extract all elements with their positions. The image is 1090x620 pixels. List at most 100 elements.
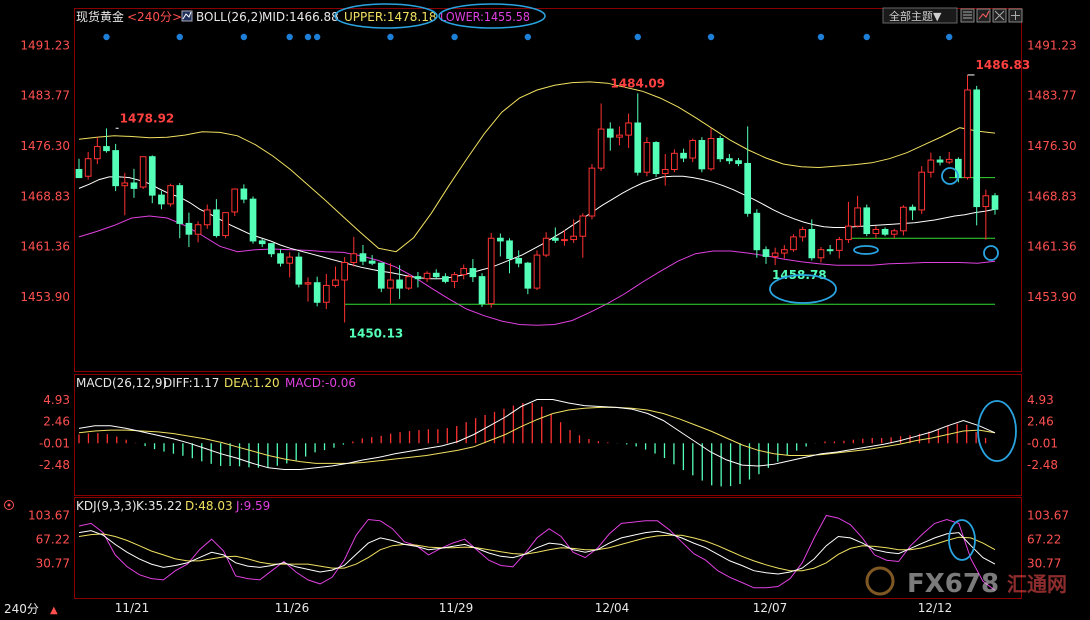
candle (295, 252, 303, 288)
candle (652, 141, 660, 177)
event-marker-dot[interactable] (176, 33, 183, 41)
price-axis-right: 1491.23 1483.77 1476.30 1468.83 1461.36 1453.… (1027, 38, 1077, 304)
candle-body-down (313, 282, 321, 303)
layout-icon[interactable] (992, 8, 1007, 23)
grid-icon[interactable] (960, 8, 975, 23)
event-marker-dot[interactable] (304, 33, 312, 41)
candle-body-down (112, 150, 119, 187)
event-marker-dot[interactable] (634, 33, 641, 41)
price-annotation: 1484.09 (610, 76, 665, 90)
candle-body-down (176, 185, 184, 224)
candle-body-up (945, 158, 953, 163)
candle-body-up (872, 228, 880, 235)
watermark: FX678 汇通网 (865, 566, 1067, 599)
candle-body-down (497, 237, 504, 242)
kdj-lines (78, 514, 996, 591)
macd-header: MACD(26,12,9) DIFF:1.17 DEA:1.20 MACD:-0… (76, 376, 356, 390)
candle-body-down (515, 257, 523, 264)
candle-body-down (863, 207, 871, 235)
chart-type-icon[interactable] (976, 8, 991, 23)
candle-body-down (469, 268, 477, 278)
candle (927, 152, 935, 178)
event-marker-dot[interactable] (313, 33, 321, 41)
candle (936, 156, 944, 166)
candle (103, 128, 110, 153)
event-marker-dot[interactable] (817, 33, 825, 41)
candle-body-up (533, 254, 541, 289)
x-axis-label: 11/26 (275, 601, 310, 615)
pullback-highlight-circle (983, 245, 999, 261)
event-marker-dot[interactable] (286, 33, 293, 41)
candle-body-up (304, 282, 312, 285)
kdj-settings-icon[interactable] (4, 500, 14, 510)
candle (643, 137, 651, 177)
candle (130, 168, 138, 198)
candle-body-down (735, 160, 742, 164)
add-panel-icon[interactable] (1008, 8, 1023, 23)
candle (707, 128, 715, 171)
period-label: <240分> (127, 10, 182, 24)
candle-body-down (295, 256, 303, 285)
kdj-axis-right: 103.67 67.22 30.77 (1027, 509, 1069, 571)
candle (588, 164, 596, 220)
candle-body-up (982, 195, 990, 208)
candle (817, 247, 825, 263)
candle-body-up (194, 224, 202, 235)
candle-body-down (377, 262, 385, 289)
candle-body-down (826, 249, 834, 252)
event-marker-dot[interactable] (524, 33, 532, 41)
candle (167, 183, 174, 207)
macd-dea-line (78, 406, 996, 464)
price-tick-left: 1461.36 (20, 240, 70, 254)
candle-body-down (524, 262, 532, 289)
event-marker-dot[interactable] (451, 33, 458, 41)
bottom-bar: 240分 ▲ 11/21 11/26 11/29 12/04 12/07 12/12 (0, 600, 1090, 616)
candle (762, 246, 770, 264)
event-marker-dot[interactable] (103, 33, 110, 41)
macd-tick-left: -0.01 (39, 436, 70, 450)
candle (845, 201, 852, 243)
kdj-tick-left: 30.77 (36, 557, 70, 571)
event-marker-dot[interactable] (863, 33, 870, 41)
symbol-name[interactable]: 现货黄金 (76, 9, 124, 24)
candle-body-up (332, 279, 339, 286)
candle-body-up (322, 284, 330, 303)
candle-body-up (487, 237, 495, 305)
x-axis-label: 12/12 (918, 601, 953, 615)
candle-body-up (542, 237, 550, 256)
watermark-text: FX678 (907, 569, 999, 599)
candle (515, 250, 523, 268)
macd-tick-right: -2.48 (1027, 458, 1058, 472)
candle (139, 156, 147, 190)
candle-body-up (890, 230, 898, 235)
candle (542, 232, 550, 258)
candle (148, 155, 156, 204)
candle-body-down (606, 128, 614, 138)
candle (176, 182, 184, 239)
period-button[interactable]: 240分 ▲ (4, 602, 58, 616)
event-marker-dot[interactable] (707, 33, 715, 41)
candles (75, 75, 999, 323)
candle-body-down (936, 159, 944, 163)
price-annotation: 1450.13 (349, 326, 404, 340)
event-marker-dot[interactable] (387, 33, 394, 41)
period-button-label: 240分 (4, 602, 39, 616)
candle (991, 193, 999, 215)
candle-body-down (716, 138, 724, 160)
candle (890, 228, 898, 239)
candle-body-up (423, 272, 431, 280)
event-marker-dot[interactable] (946, 33, 953, 41)
candle-body-up (597, 128, 605, 169)
candle (698, 137, 706, 173)
boll-icon[interactable] (181, 10, 193, 22)
kdj-k: K:35.22 (136, 499, 182, 513)
candle (213, 199, 220, 238)
candle (945, 151, 953, 165)
candle (863, 204, 871, 237)
event-marker-dot[interactable] (240, 33, 248, 41)
price-tick-left: 1491.23 (20, 38, 70, 52)
toolbar: 全部主题▼ (882, 7, 1023, 24)
macd-dea: DEA:1.20 (224, 376, 280, 390)
candle-body-down (909, 206, 916, 211)
theme-button[interactable]: 全部主题▼ (882, 7, 958, 24)
